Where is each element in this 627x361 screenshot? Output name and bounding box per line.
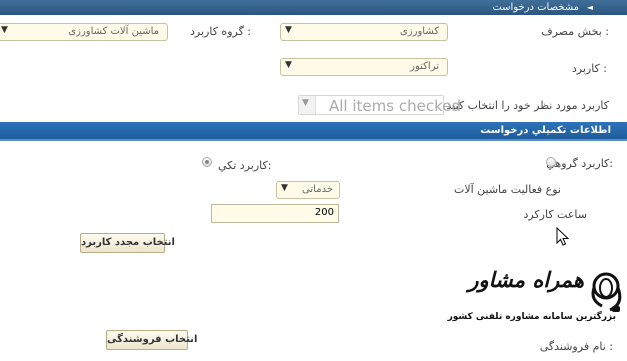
- select-store-button[interactable]: انتخاب فروشندگی: [106, 330, 197, 350]
- reselect-application-button[interactable]: انتخاب مجدد کاربرد: [80, 233, 175, 253]
- triangle-icon: ◄: [586, 3, 593, 12]
- application-value: تراکتور: [410, 61, 439, 72]
- activity-type-value: خدماتی: [302, 184, 333, 195]
- chevron-down-icon: ▼: [281, 183, 288, 193]
- usage-section-value: کشاورزی: [399, 26, 439, 37]
- application-select[interactable]: تراکتور ▼: [280, 58, 448, 76]
- section-title: اطلاعات تكميلي درخواست: [480, 125, 611, 136]
- user-group-select[interactable]: ماشین آلات کشاورزی ▼: [0, 23, 168, 41]
- chevron-down-icon: ▼: [1, 25, 8, 35]
- usage-section-select[interactable]: کشاورزی ▼: [280, 23, 448, 41]
- work-hours-value: 200: [314, 207, 334, 218]
- work-hours-input[interactable]: 200: [211, 204, 339, 223]
- watermark-title: همراه مشاور: [468, 268, 584, 292]
- header-bar: مشخصات درخواست ◄: [0, 0, 627, 15]
- group-use-radio[interactable]: [546, 157, 556, 167]
- mouse-pointer-icon: [556, 227, 570, 246]
- chevron-down-icon: ▼: [285, 25, 292, 35]
- section-divider: [0, 139, 627, 141]
- watermark-logo: همراه مشاور بزرگترین سامانه مشاوره تلفنی…: [448, 268, 624, 330]
- application-multi-select[interactable]: ▼ All items checked: [298, 95, 461, 115]
- chevron-down-icon: ▼: [285, 60, 292, 70]
- activity-type-label: نوع فعالیت ماشین آلات: [453, 183, 561, 196]
- section-bar: اطلاعات تكميلي درخواست: [0, 122, 627, 139]
- multi-select-value: All items checked: [329, 97, 461, 115]
- single-use-label: کاربرد تکي:: [218, 159, 272, 172]
- select-application-label: کاربرد مورد نظر خود را انتخاب کنید: [446, 99, 610, 112]
- user-group-value: ماشین آلات کشاورزی: [68, 26, 159, 37]
- store-name-label: نام فروشندگی :: [539, 340, 613, 353]
- activity-type-select[interactable]: خدماتی ▼: [276, 181, 340, 199]
- group-use-label: کاربرد گروهي:: [546, 157, 613, 170]
- headset-logo-icon: [591, 272, 622, 312]
- usage-section-label: بخش مصرف :: [541, 25, 609, 38]
- work-hours-label: ساعت کارکرد: [523, 208, 587, 221]
- header-title: مشخصات درخواست: [492, 2, 579, 13]
- user-group-label: گروه کاربرد :: [190, 25, 252, 38]
- single-use-radio[interactable]: [202, 157, 212, 167]
- application-label: کاربرد :: [571, 62, 607, 75]
- chevron-down-icon: ▼: [302, 98, 309, 108]
- multi-select-dropdown[interactable]: ▼: [299, 96, 316, 114]
